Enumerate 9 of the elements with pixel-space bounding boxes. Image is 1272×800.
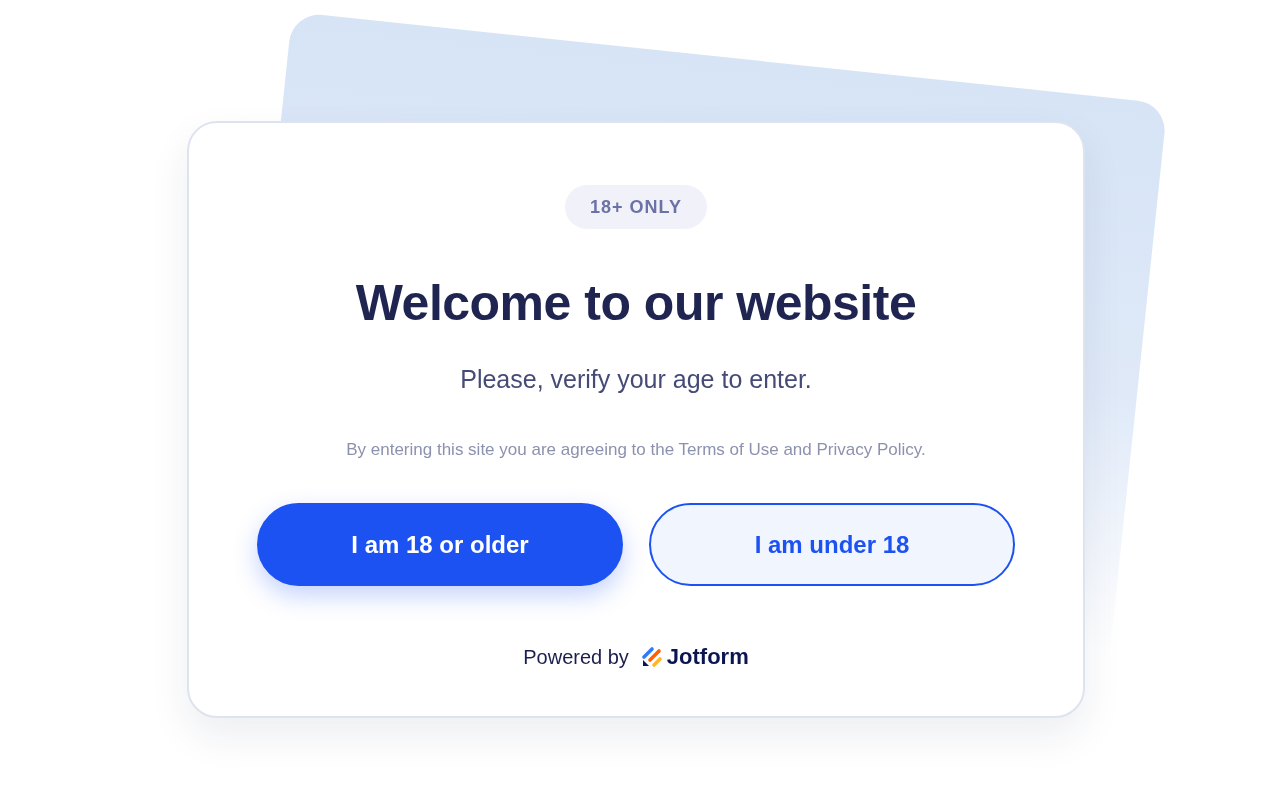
age-button[interactable]: I am 18 or older (257, 503, 623, 586)
welcome-title: Welcome to our website (355, 274, 917, 333)
logo-icon (640, 645, 663, 668)
brand-name: Jotform (666, 643, 749, 671)
terms-text: By entering this site you are agreeing to the Terms of Use and Privacy Policy. (346, 439, 926, 461)
age-label: 18+ ONLY (565, 185, 707, 229)
age-button[interactable]: I am under 18 (649, 503, 1015, 586)
powered-by-text: Powered by (523, 644, 629, 670)
subtitle-text: Please, verify your age to enter. (460, 364, 812, 395)
